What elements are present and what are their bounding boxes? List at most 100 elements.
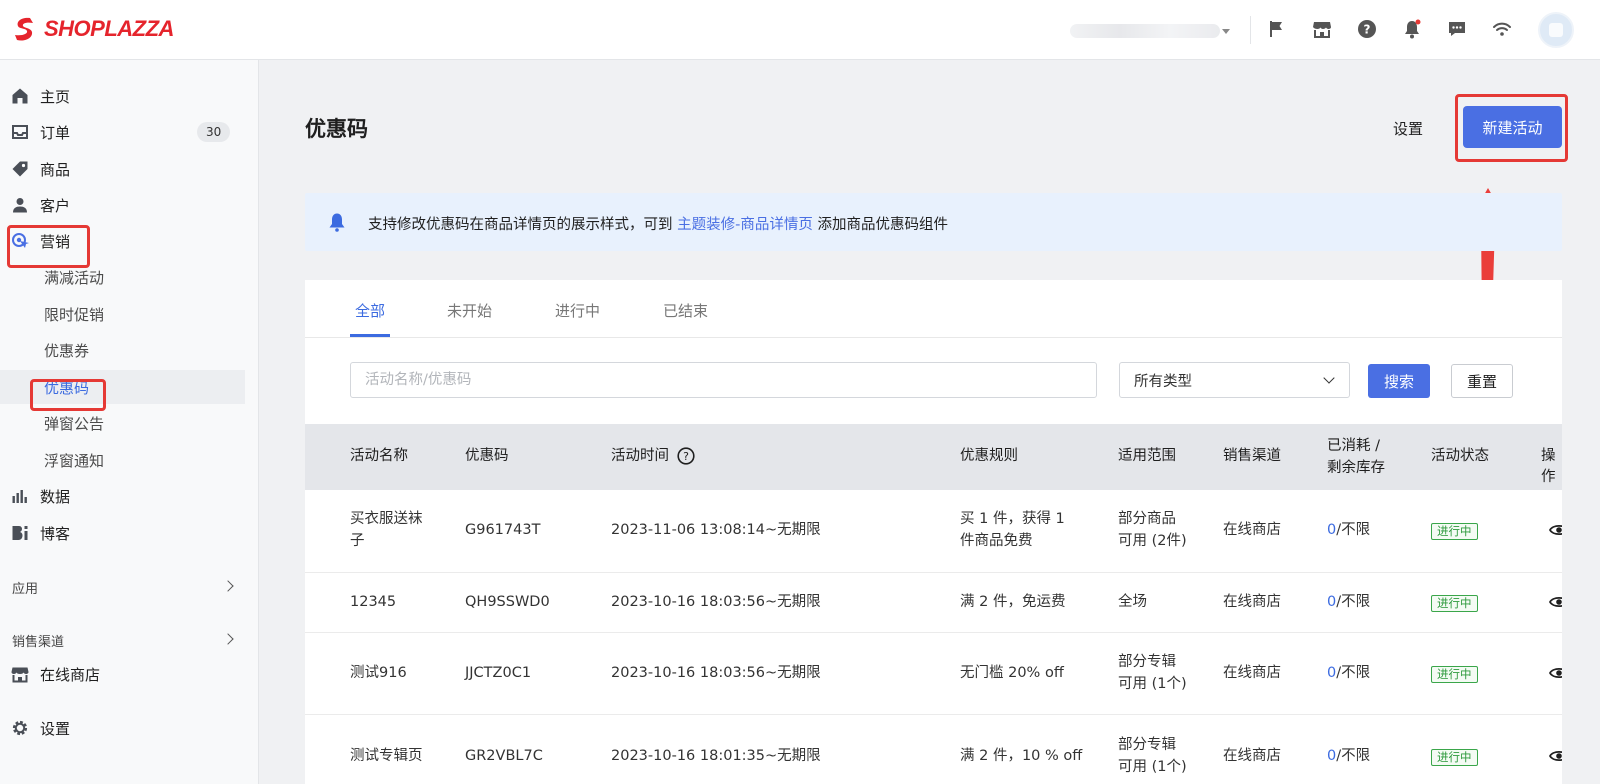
store-name-blurred: [1070, 24, 1220, 38]
help-circle-icon[interactable]: ?: [677, 447, 695, 465]
column-header-time-label: 活动时间: [611, 448, 669, 464]
eye-icon[interactable]: [1549, 665, 1562, 681]
column-header-remaining: 剩余库存: [1327, 460, 1385, 476]
sidebar-item-orders[interactable]: 订单 30: [0, 115, 245, 149]
cell-rule: 满 2 件，10 % off: [960, 748, 1083, 764]
cell-rule: 无门槛 20% off: [960, 665, 1064, 681]
info-banner: 支持修改优惠码在商品详情页的展示样式，可到 主题装修-商品详情页 添加商品优惠码…: [305, 193, 1562, 251]
sidebar-item-customers[interactable]: 客户: [0, 188, 245, 222]
notification-bell-icon[interactable]: [1401, 18, 1423, 40]
table-row[interactable]: 买衣服送袜 子 G961743T 2023-11-06 13:08:14~无期限…: [305, 490, 1562, 573]
tab-not-started[interactable]: 未开始: [447, 300, 492, 321]
sidebar-item-settings[interactable]: 设置: [0, 711, 245, 745]
cell-inventory: 0/不限: [1327, 663, 1370, 684]
wifi-icon[interactable]: [1491, 18, 1513, 40]
avatar-image: [1549, 23, 1563, 37]
column-header-status: 活动状态: [1431, 448, 1489, 464]
eye-icon[interactable]: [1549, 522, 1562, 538]
chat-icon[interactable]: [1446, 18, 1468, 40]
notification-bell-icon: [329, 213, 345, 232]
theme-editor-link[interactable]: 主题装修-商品详情页: [677, 217, 813, 233]
sidebar-item-analytics[interactable]: 数据: [0, 479, 245, 513]
sidebar-sub-item-full-reduction[interactable]: 满减活动: [0, 260, 245, 294]
cell-rule: 满 2 件，免运费: [960, 594, 1066, 610]
cell-inventory: 0/不限: [1327, 520, 1370, 541]
search-button[interactable]: 搜索: [1368, 364, 1430, 398]
section-sales-channels-label[interactable]: 销售渠道: [12, 631, 64, 650]
storefront-icon: [10, 664, 30, 684]
cell-name: 12345: [350, 594, 397, 610]
used-count-link[interactable]: 0: [1327, 522, 1336, 538]
sidebar-item-blog[interactable]: 博客: [0, 516, 245, 550]
avatar[interactable]: [1538, 12, 1574, 48]
reset-button[interactable]: 重置: [1451, 364, 1513, 398]
page-title: 优惠码: [305, 117, 368, 141]
cell-rule: 件商品免费: [960, 533, 1033, 549]
table-row[interactable]: 测试916 JJCTZ0C1 2023-10-16 18:03:56~无期限 无…: [305, 633, 1562, 715]
sidebar-item-online-store[interactable]: 在线商店: [0, 657, 245, 691]
column-header-scope: 适用范围: [1118, 448, 1176, 464]
chevron-right-icon[interactable]: [222, 633, 234, 645]
eye-icon[interactable]: [1549, 594, 1562, 610]
svg-text:?: ?: [683, 450, 689, 463]
tab-in-progress[interactable]: 进行中: [555, 300, 600, 321]
sidebar-sub-item-discount-codes[interactable]: 优惠码: [0, 370, 245, 404]
marketing-icon: [10, 231, 30, 251]
shoplazza-logo-icon: [15, 17, 33, 41]
sidebar-sub-item-popup[interactable]: 弹窗公告: [0, 406, 245, 440]
top-bar: SHOPLAZZA ?: [0, 0, 1600, 60]
cell-name: 测试916: [350, 665, 407, 681]
sidebar-sub-item-flash-sale[interactable]: 限时促销: [0, 297, 245, 331]
sidebar: 主页 订单 30 商品 客户 营销 满减活动 限时促销 优惠券 优惠码 弹窗公告…: [0, 60, 259, 784]
store-switcher[interactable]: [1070, 22, 1230, 40]
eye-icon[interactable]: [1549, 748, 1562, 764]
storefront-icon[interactable]: [1311, 18, 1333, 40]
column-header-channel: 销售渠道: [1223, 448, 1281, 464]
cell-channel: 在线商店: [1223, 522, 1281, 538]
search-input-field[interactable]: [351, 363, 1096, 397]
sidebar-item-label: 营销: [40, 232, 71, 251]
chevron-right-icon[interactable]: [222, 580, 234, 592]
sidebar-item-products[interactable]: 商品: [0, 152, 245, 186]
cell-inventory: 0/不限: [1327, 746, 1370, 767]
sidebar-item-home[interactable]: 主页: [0, 79, 245, 113]
table-row[interactable]: 测试专辑页 GR2VBL7C 2023-10-16 18:01:35~无期限 满…: [305, 715, 1562, 784]
chevron-down-icon: [1222, 28, 1230, 34]
type-select[interactable]: 所有类型: [1119, 362, 1350, 398]
section-apps-label[interactable]: 应用: [12, 578, 38, 597]
status-badge: 进行中: [1431, 523, 1478, 540]
create-campaign-button[interactable]: 新建活动: [1463, 106, 1562, 148]
status-badge: 进行中: [1431, 595, 1478, 612]
banner-text-after: 添加商品优惠码组件: [812, 217, 948, 233]
flag-icon[interactable]: [1266, 18, 1288, 40]
tab-all[interactable]: 全部: [355, 300, 385, 321]
used-count-link[interactable]: 0: [1327, 748, 1336, 764]
cell-scope: 可用 (2件): [1118, 533, 1187, 549]
used-count-link[interactable]: 0: [1327, 665, 1336, 681]
settings-link[interactable]: 设置: [1393, 118, 1423, 139]
sidebar-item-label: 客户: [40, 196, 71, 215]
status-badge: 进行中: [1431, 749, 1478, 766]
sidebar-sub-item-label: 浮窗通知: [44, 452, 105, 470]
search-input[interactable]: [350, 362, 1097, 398]
sidebar-sub-item-coupons[interactable]: 优惠券: [0, 333, 245, 367]
column-header-time: 活动时间?: [611, 446, 695, 467]
sidebar-item-label: 数据: [40, 487, 71, 506]
help-circle-icon[interactable]: ?: [1356, 18, 1378, 40]
blog-icon: [10, 523, 30, 543]
remaining-stock: /不限: [1336, 594, 1371, 610]
remaining-stock: /不限: [1336, 748, 1371, 764]
shoplazza-logo[interactable]: SHOPLAZZA: [12, 16, 174, 42]
cell-name: 买衣服送袜: [350, 511, 423, 527]
sidebar-sub-item-floating-notice[interactable]: 浮窗通知: [0, 443, 245, 477]
active-tab-indicator: [350, 334, 390, 337]
sidebar-item-label: 商品: [40, 160, 71, 179]
tab-ended[interactable]: 已结束: [663, 300, 708, 321]
sidebar-item-marketing[interactable]: 营销: [0, 224, 245, 258]
sidebar-item-label: 主页: [40, 87, 71, 106]
used-count-link[interactable]: 0: [1327, 594, 1336, 610]
table-row[interactable]: 12345 QH9SSWD0 2023-10-16 18:03:56~无期限 满…: [305, 573, 1562, 633]
sidebar-sub-item-label: 优惠码: [44, 379, 90, 397]
table-header: 活动名称 优惠码 活动时间? 优惠规则 适用范围 销售渠道 已消耗 / 剩余库存…: [305, 424, 1562, 490]
cell-code: JJCTZ0C1: [465, 665, 532, 681]
